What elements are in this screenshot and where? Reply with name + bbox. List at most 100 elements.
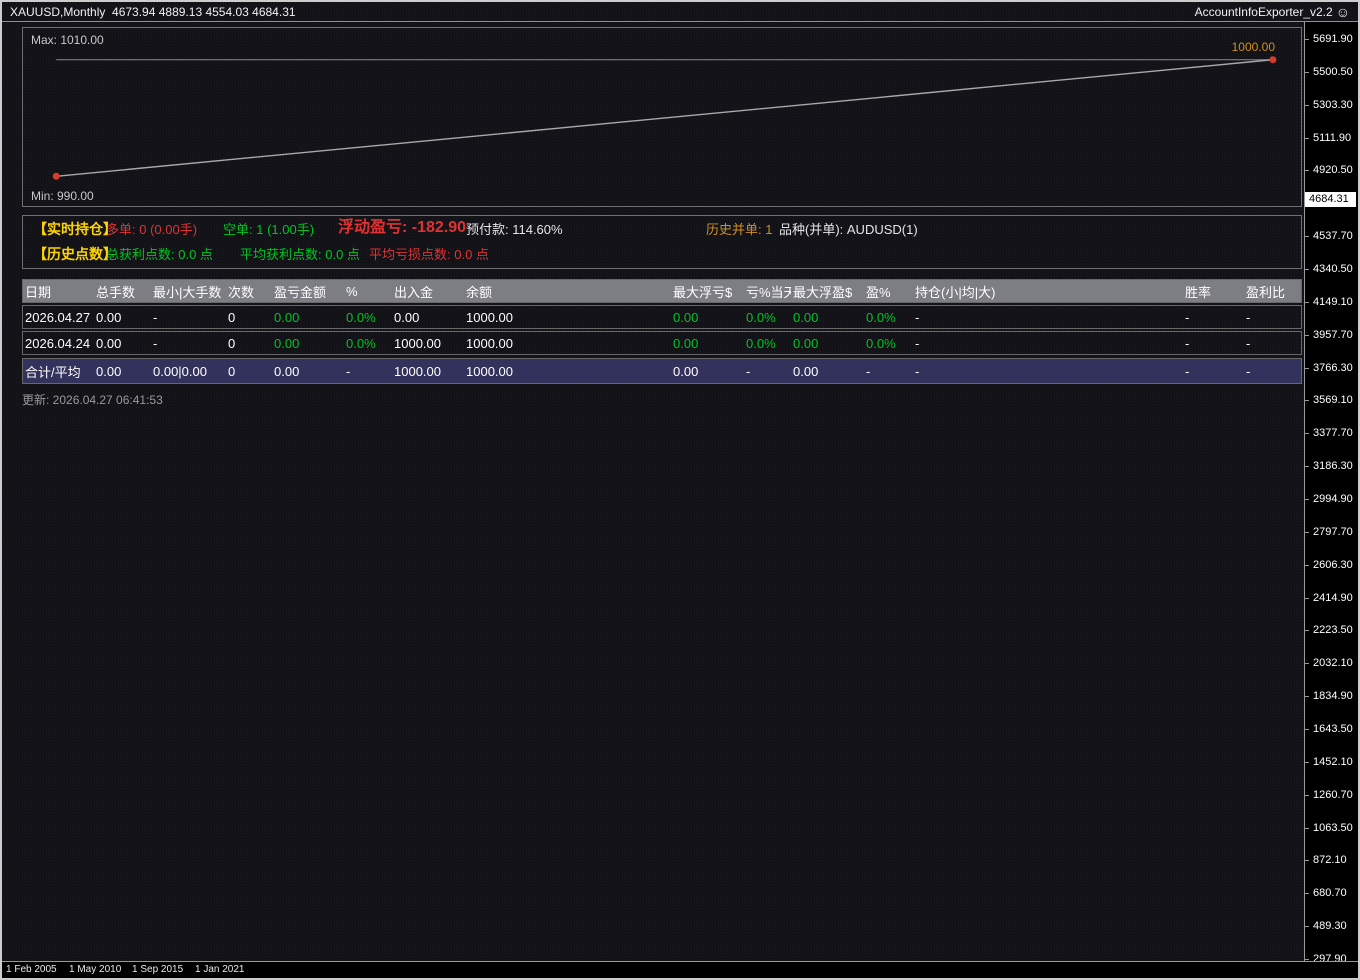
price-axis-label: 3766.30: [1305, 361, 1353, 374]
price-axis-label: 4340.50: [1305, 262, 1353, 275]
table-cell: 0.00: [274, 335, 300, 351]
table-header-cell: 盈利比: [1246, 284, 1286, 300]
update-timestamp: 更新: 2026.04.27 06:41:53: [22, 393, 163, 407]
titlebar-right: AccountInfoExporter_v2.2 ☺: [1195, 5, 1350, 19]
table-header-cell: 最大浮亏$: [673, 284, 733, 300]
price-axis-label: 1834.90: [1305, 690, 1353, 703]
price-axis-label: 4920.50: [1305, 164, 1353, 177]
table-header-cell: 最大浮盈$: [793, 284, 853, 300]
time-axis-label: 1 Sep 2015: [132, 964, 184, 975]
price-axis-label: 1260.70: [1305, 788, 1353, 801]
table-cell: 0.0%: [346, 335, 376, 351]
price-axis-label: 5303.30: [1305, 98, 1353, 111]
history-points-label: 【历史点数】: [33, 246, 117, 262]
price-axis-label: 2032.10: [1305, 657, 1353, 670]
table-summary-cell: 0.00: [274, 363, 300, 379]
price-axis-label: 5500.50: [1305, 65, 1353, 78]
price-axis-label: 5111.90: [1304, 131, 1352, 144]
current-price-badge: 4684.31: [1305, 192, 1356, 207]
table-header-cell: 盈%: [866, 284, 891, 300]
table-cell: -: [1246, 309, 1251, 325]
table-summary-cell: -: [1246, 363, 1251, 379]
table-cell: 0.00: [673, 309, 699, 325]
time-axis-label: 1 Jan 2021: [195, 964, 245, 975]
daily-stats-table: 日期 总手数 最小|大手数次数 盈亏金额% 出入金 余额 最大浮亏$ 亏%当天最大浮盈$ 盈% 持…: [22, 279, 1302, 386]
price-axis-label: 3957.70: [1305, 328, 1353, 341]
symbol-merged-stat: 品种(并单): AUDUSD(1): [779, 222, 918, 237]
price-axis-label: 2797.70: [1305, 525, 1353, 538]
table-cell: -: [915, 335, 920, 351]
price-axis-label: 2994.90: [1305, 492, 1353, 505]
time-axis-label: 1 May 2010: [69, 964, 122, 975]
table-cell: 0.0%: [346, 309, 376, 325]
table-cell: -: [153, 335, 158, 351]
table-header-row: 日期 总手数 最小|大手数次数 盈亏金额% 出入金 余额 最大浮亏$ 亏%当天最大浮盈$ 盈% 持…: [22, 279, 1302, 303]
table-summary-cell: -: [866, 363, 871, 379]
table-cell: 0.00: [673, 335, 699, 351]
table-cell: 0.0%: [746, 335, 776, 351]
margin-level-stat: 预付款: 114.60%: [466, 222, 563, 237]
price-axis-label: 2223.50: [1305, 624, 1353, 637]
table-cell: 0.00: [96, 309, 122, 325]
table-summary-cell: -: [746, 363, 751, 379]
table-summary-cell: -: [915, 363, 920, 379]
table-cell: 0: [228, 309, 236, 325]
table-summary-cell: 0.00: [673, 363, 699, 379]
price-axis-label: 4149.10: [1305, 295, 1353, 308]
avg-loss-points-stat: 平均亏损点数: 0.0 点: [369, 247, 489, 262]
table-row: 2026.04.27 0.00 - 0 0.00 0.0% 0.00 1000.00 0.00 0…: [22, 305, 1302, 329]
price-axis-label: 1643.50: [1305, 722, 1353, 735]
table-cell: -: [915, 309, 920, 325]
table-cell: 0.0%: [866, 309, 896, 325]
table-cell: -: [153, 309, 158, 325]
price-axis-label: 872.10: [1305, 854, 1347, 867]
price-axis-label: 1063.50: [1305, 821, 1353, 834]
titlebar: XAUUSD,Monthly 4673.94 4889.13 4554.03 4…: [2, 2, 1358, 22]
price-axis-label: 5691.90: [1305, 33, 1353, 45]
price-axis-label: 2414.90: [1305, 591, 1353, 604]
table-summary-cell: -: [346, 363, 351, 379]
balance-chart-panel: Max: 1010.00 Min: 990.00 1000.00: [22, 27, 1302, 207]
table-summary-cell: 1000.00: [466, 363, 513, 379]
table-cell: 0.0%: [866, 335, 896, 351]
table-cell: -: [1185, 309, 1190, 325]
table-cell: 0.00: [274, 309, 300, 325]
price-axis-label: 1452.10: [1305, 755, 1353, 768]
table-cell: 0.00: [96, 335, 122, 351]
table-header-cell: 日期: [25, 284, 52, 300]
table-summary-cell: 1000.00: [394, 363, 441, 379]
table-summary-cell: 0: [228, 363, 236, 379]
table-cell: 0.0%: [746, 309, 776, 325]
price-axis-label: 3377.70: [1305, 427, 1353, 440]
table-header-cell: 余额: [466, 284, 493, 300]
table-cell: 1000.00: [466, 309, 513, 325]
table-header-cell: 次数: [228, 284, 255, 300]
position-info-panel: 【实时持仓】 多单: 0 (0.00手) 空单: 1 (1.00手) 浮动盈亏:…: [22, 215, 1302, 269]
table-cell: 0.00: [394, 309, 420, 325]
avg-profit-points-stat: 平均获利点数: 0.0 点: [240, 247, 360, 262]
table-cell: -: [1246, 335, 1251, 351]
history-merged-stat: 历史并单: 1: [706, 222, 773, 237]
table-cell: 1000.00: [466, 335, 513, 351]
chart-symbol-title: XAUUSD,Monthly 4673.94 4889.13 4554.03 4…: [10, 4, 296, 19]
chart-area[interactable]: Max: 1010.00 Min: 990.00 1000.00 【实时持仓】 …: [2, 22, 1304, 961]
indicator-title: AccountInfoExporter_v2.2: [1194, 4, 1333, 19]
balance-line-chart: [52, 56, 1277, 180]
chart-max-label: Max: 1010.00: [31, 33, 104, 47]
price-axis-label: 3186.30: [1305, 460, 1353, 473]
price-axis-label: 3569.10: [1305, 394, 1353, 407]
table-header-cell: 出入金: [394, 284, 434, 300]
table-summary-cell: 0.00: [96, 363, 122, 379]
table-cell: 1000.00: [394, 335, 441, 351]
short-position-stat: 空单: 1 (1.00手): [223, 222, 315, 237]
chart-min-label: Min: 990.00: [31, 189, 94, 203]
total-profit-points-stat: 总获利点数: 0.0 点: [106, 247, 213, 262]
floating-pl-stat: 浮动盈亏: -182.90: [338, 219, 467, 236]
price-axis[interactable]: 4684.31 5691.90 5500.50 5303.30 5111.90 4920…: [1304, 22, 1358, 965]
realtime-holdings-label: 【实时持仓】: [33, 221, 117, 237]
table-header-cell: %: [346, 283, 358, 299]
table-header-cell: 持仓(小|均|大): [915, 284, 996, 300]
time-axis[interactable]: 1 Feb 2005 1 May 2010 1 Sep 2015 1 Jan 2021: [2, 961, 1358, 978]
smiley-icon[interactable]: ☺: [1336, 5, 1350, 19]
long-position-stat: 多单: 0 (0.00手): [106, 222, 198, 237]
